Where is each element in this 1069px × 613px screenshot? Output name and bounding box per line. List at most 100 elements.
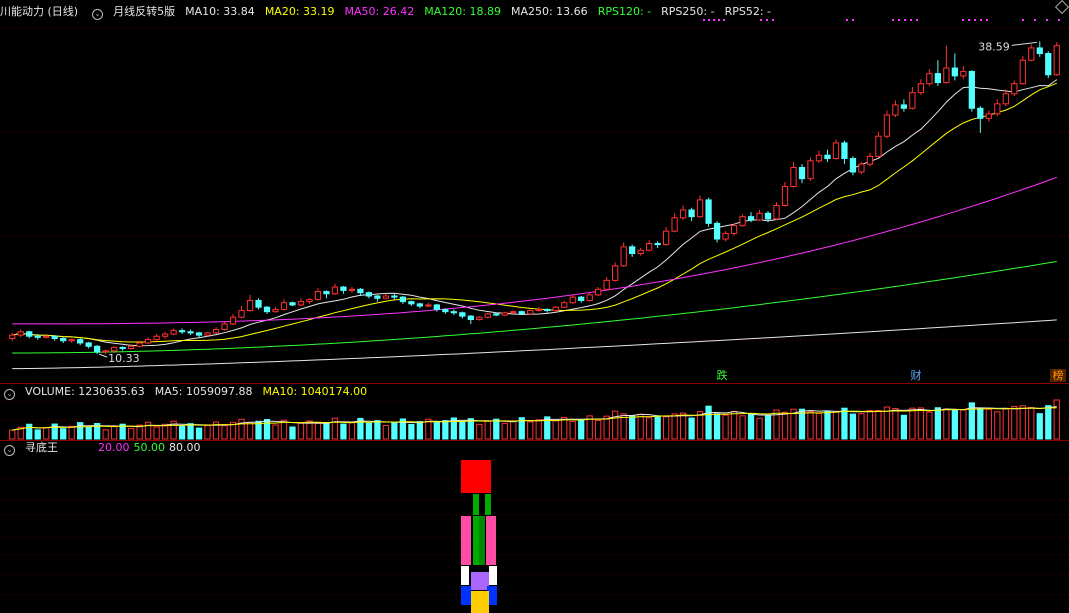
candle-body bbox=[849, 158, 857, 173]
volume-bar bbox=[841, 407, 848, 440]
volume-bar bbox=[824, 410, 831, 440]
event-marker-die[interactable]: 跌 bbox=[714, 369, 730, 382]
volume-bar bbox=[866, 410, 874, 440]
xundi-dropdown-icon[interactable]: ⌄ bbox=[4, 445, 15, 456]
volume-bar bbox=[985, 408, 992, 440]
ma120-line bbox=[12, 261, 1057, 354]
level-20-label: 20.00 bbox=[98, 441, 130, 454]
candle-body bbox=[408, 301, 415, 305]
volume-bar bbox=[747, 413, 755, 440]
candle-body bbox=[595, 288, 602, 296]
volume-bar bbox=[730, 410, 738, 440]
candle-body bbox=[119, 346, 126, 350]
dropdown-circle-icon[interactable]: ⌄ bbox=[92, 9, 104, 20]
volume-bar bbox=[909, 407, 916, 440]
low-pointer bbox=[98, 353, 108, 358]
candle-body bbox=[1045, 53, 1052, 76]
xundi-signal-block bbox=[473, 460, 485, 493]
event-marker-bang[interactable]: 榜 bbox=[1050, 369, 1066, 382]
candle-body bbox=[773, 204, 780, 220]
volume-bar bbox=[781, 411, 789, 440]
volume-dropdown-icon[interactable]: ⌄ bbox=[4, 389, 15, 400]
candle-body bbox=[280, 302, 288, 310]
candle-body bbox=[612, 265, 619, 281]
signal-dot bbox=[904, 19, 906, 21]
candle-body bbox=[476, 316, 483, 320]
candle-body bbox=[331, 286, 339, 295]
volume-title[interactable]: VOLUME: 1230635.63 bbox=[25, 385, 145, 398]
volume-bar bbox=[994, 411, 1001, 440]
candle-body bbox=[883, 114, 891, 137]
main-panel-header: 川能动力 (日线) ⌄ 月线反转5版 MA10: 33.84 MA20: 33.19 MA… bbox=[0, 5, 781, 20]
candle-body bbox=[671, 217, 678, 232]
xundi-signal-block bbox=[473, 516, 479, 565]
stock-name[interactable]: 川能动力 (日线) bbox=[0, 5, 78, 18]
volume-bar bbox=[306, 420, 313, 440]
signal-dot bbox=[703, 19, 705, 21]
volume-ma10-label: MA10: 1040174.00 bbox=[262, 385, 368, 398]
candle-body bbox=[433, 304, 440, 310]
volume-bar bbox=[1019, 405, 1026, 440]
indicator-name[interactable]: 月线反转5版 bbox=[113, 5, 175, 18]
ma20-line bbox=[12, 82, 1057, 343]
signal-dot bbox=[962, 19, 964, 21]
volume-bar bbox=[391, 422, 398, 440]
volume-bar bbox=[679, 412, 687, 440]
volume-bar bbox=[128, 427, 135, 440]
candle-body bbox=[153, 335, 160, 341]
candle-body bbox=[705, 199, 712, 224]
volume-bar bbox=[552, 420, 559, 440]
ma50-line bbox=[12, 176, 1057, 325]
candle-body bbox=[425, 304, 432, 307]
candle-body bbox=[85, 342, 92, 347]
candle-body bbox=[289, 302, 296, 306]
volume-bar bbox=[977, 407, 984, 440]
xundi-signal-block bbox=[485, 460, 491, 493]
xundi-signal-block bbox=[461, 586, 471, 605]
candle-body bbox=[297, 301, 305, 306]
candle-body bbox=[764, 212, 772, 220]
signal-dot bbox=[1022, 19, 1024, 21]
candle-body bbox=[510, 311, 517, 314]
candle-body bbox=[374, 295, 381, 299]
candle-body bbox=[43, 335, 50, 338]
candle-body bbox=[51, 335, 58, 339]
volume-bar bbox=[832, 411, 840, 440]
candle-body bbox=[306, 298, 313, 303]
candle-body bbox=[934, 73, 941, 84]
event-marker-cai[interactable]: 财 bbox=[908, 369, 924, 382]
high-price-label: 38.59 bbox=[978, 40, 1010, 53]
volume-bar bbox=[26, 423, 33, 440]
xundi-signal-block bbox=[485, 494, 491, 515]
volume-bar bbox=[187, 423, 194, 440]
volume-bar bbox=[662, 416, 670, 440]
candle-body bbox=[136, 342, 143, 347]
candle-body bbox=[263, 306, 271, 313]
volume-bar bbox=[603, 415, 610, 440]
candle-body bbox=[94, 345, 101, 353]
candle-body bbox=[552, 306, 559, 312]
candle-body bbox=[518, 311, 525, 315]
volume-bar bbox=[34, 429, 41, 440]
candle-body bbox=[527, 310, 534, 315]
candle-body bbox=[238, 310, 245, 318]
candle-body bbox=[221, 323, 228, 331]
candle-body bbox=[60, 337, 67, 342]
volume-bar bbox=[960, 409, 967, 440]
volume-bar bbox=[646, 417, 653, 440]
signal-dot bbox=[968, 19, 970, 21]
ma120-label: MA120: 18.89 bbox=[424, 5, 501, 18]
candle-body bbox=[187, 331, 194, 334]
candle-body bbox=[450, 311, 457, 314]
candle-body bbox=[960, 70, 967, 77]
candle-body bbox=[391, 295, 398, 298]
volume-bar bbox=[569, 421, 576, 440]
kline-chart[interactable]: 38.59 10.33 bbox=[0, 0, 1069, 613]
candle-body bbox=[756, 212, 763, 221]
candle-body bbox=[34, 335, 41, 338]
signal-dot bbox=[1058, 19, 1060, 21]
candle-body bbox=[866, 155, 874, 165]
xundi-signal-block bbox=[486, 516, 496, 565]
xundi-title[interactable]: 寻底王 bbox=[25, 441, 58, 454]
volume-bar bbox=[1053, 399, 1060, 440]
